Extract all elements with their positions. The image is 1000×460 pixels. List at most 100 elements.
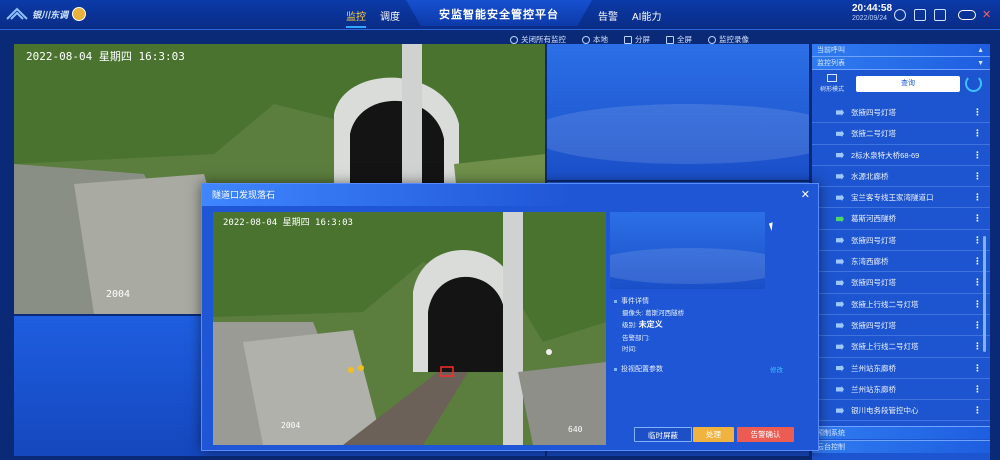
clock-date: 2022/09/24: [852, 15, 888, 22]
more-options-icon[interactable]: ⋮: [973, 187, 982, 208]
more-options-icon[interactable]: ⋮: [973, 294, 982, 315]
logo-mark-icon: [6, 7, 28, 20]
camera-icon: [836, 321, 844, 329]
edit-params-link[interactable]: 修改: [770, 364, 783, 374]
chevron-up-icon: ▲: [977, 47, 984, 54]
video-milepost: 2004: [106, 289, 130, 300]
chevron-down-icon: ▼: [977, 60, 984, 67]
camera-name: 2标水泉特大桥68-69: [851, 150, 920, 160]
more-options-icon[interactable]: ⋮: [973, 358, 982, 379]
alarm-thumbnail[interactable]: [610, 212, 765, 289]
camera-name: 兰州站东廊桥: [851, 384, 896, 394]
camera-icon: [836, 364, 844, 372]
top-bar: 银川东调 监控 调度 安监智能安全管控平台 告警 AI能力 20:44:58 2…: [0, 0, 1000, 30]
camera-name: 张掖上行线二号灯塔: [851, 299, 919, 309]
temp-block-button[interactable]: 临时屏蔽: [634, 427, 692, 442]
close-icon[interactable]: ✕: [801, 184, 810, 206]
theme-toggle[interactable]: [958, 10, 976, 20]
camera-icon: [836, 109, 844, 116]
more-options-icon[interactable]: ⋮: [973, 166, 982, 187]
camera-list-item[interactable]: 葛斯河西隧桥 ⋮: [812, 208, 990, 230]
camera-name: 银川电务段管控中心: [851, 406, 919, 416]
clock: 20:44:58 2022/09/24: [852, 4, 892, 24]
nav-monitor[interactable]: 监控: [346, 8, 366, 28]
more-options-icon[interactable]: ⋮: [973, 315, 982, 336]
confirm-alarm-button[interactable]: 告警确认: [737, 427, 794, 442]
camera-list-item[interactable]: 张掖二号灯塔 ⋮: [812, 123, 990, 145]
search-button[interactable]: 查询: [856, 76, 960, 92]
railway-emblem-icon: [72, 7, 87, 21]
level-row: 级别: 未定义: [622, 319, 663, 330]
params-section-title: 投视配置参数: [614, 364, 663, 374]
camera-list-item[interactable]: 水源北廊桥 ⋮: [812, 166, 990, 188]
camera-list-item[interactable]: 张掖上行线二号灯塔 ⋮: [812, 336, 990, 358]
current-call-header[interactable]: 当前呼叫 ▲: [812, 44, 990, 57]
camera-name: 张掖四号灯塔: [851, 235, 896, 245]
camera-icon: [836, 385, 844, 393]
camera-icon: [836, 407, 844, 415]
monitor-list-header[interactable]: 监控列表 ▼: [812, 57, 990, 70]
message-icon[interactable]: [934, 9, 946, 21]
camera-icon: [836, 258, 844, 266]
more-options-icon[interactable]: ⋮: [973, 272, 982, 293]
ptz-control-header[interactable]: 云台控制: [812, 440, 990, 453]
more-options-icon[interactable]: ⋮: [973, 230, 982, 251]
camera-name: 宝兰客专线王家湾隧道口: [851, 193, 934, 203]
camera-list-item[interactable]: 张掖四号灯塔 ⋮: [812, 102, 990, 124]
modal-header: 隧道口发现落石 ✕: [202, 184, 818, 206]
sidebar-scrollbar[interactable]: [983, 236, 986, 352]
more-options-icon[interactable]: ⋮: [973, 379, 982, 400]
camera-value: 葛斯河西隧桥: [645, 310, 685, 317]
more-options-icon[interactable]: ⋮: [973, 123, 982, 144]
camera-list-item[interactable]: 张掖四号灯塔 ⋮: [812, 230, 990, 252]
more-options-icon[interactable]: ⋮: [973, 208, 982, 229]
camera-list-item[interactable]: 东湾西廊桥 ⋮: [812, 251, 990, 273]
level-label: 级别:: [622, 322, 637, 329]
alarm-milepost-right: 640: [568, 425, 583, 434]
more-options-icon[interactable]: ⋮: [973, 102, 982, 123]
nav-alarm[interactable]: 告警: [598, 8, 618, 23]
tree-icon: [827, 74, 837, 82]
nav-dispatch[interactable]: 调度: [380, 8, 400, 28]
camera-list-item[interactable]: 张掖上行线二号灯塔 ⋮: [812, 294, 990, 315]
camera-list-item[interactable]: 宝兰客专线王家湾隧道口 ⋮: [812, 187, 990, 209]
camera-list-item[interactable]: 银川电务段管控中心 ⋮: [812, 400, 990, 422]
dept-row: 告警部门:: [622, 332, 650, 342]
tree-mode-button[interactable]: 树形模式: [820, 74, 844, 93]
camera-list-item[interactable]: 张掖四号灯塔 ⋮: [812, 315, 990, 337]
camera-list-item[interactable]: 兰州站东廊桥 ⋮: [812, 358, 990, 379]
refresh-icon[interactable]: [965, 75, 982, 92]
alarm-video-feed[interactable]: 2022-08-04 星期四 16:3:03 2004 640: [213, 212, 606, 445]
logout-icon[interactable]: ✕: [982, 8, 991, 21]
camera-icon: [836, 279, 844, 287]
camera-list-item[interactable]: 张掖四号灯塔 ⋮: [812, 272, 990, 294]
record-icon: [708, 35, 716, 44]
camera-list-item[interactable]: 2标水泉特大桥68-69 ⋮: [812, 145, 990, 166]
video-timestamp: 2022-08-04 星期四 16:3:03: [26, 50, 185, 63]
time-label: 时间:: [622, 346, 637, 353]
sound-icon[interactable]: [914, 9, 926, 21]
preset-system-header[interactable]: 预制系统: [812, 426, 990, 439]
time-row: 时间:: [622, 343, 637, 353]
more-options-icon[interactable]: ⋮: [973, 336, 982, 357]
nav-right: 告警 AI能力: [598, 8, 661, 23]
monitor-sidebar: 当前呼叫 ▲ 监控列表 ▼ 树形模式 查询 张掖四号灯塔 ⋮ 张掖二号灯塔 ⋮ 2标水泉特大…: [812, 44, 990, 460]
handle-button[interactable]: 处理: [693, 427, 734, 442]
more-options-icon[interactable]: ⋮: [973, 251, 982, 272]
video-tile-empty-right[interactable]: [547, 44, 809, 180]
alarm-snapshot: 2022-08-04 星期四 16:3:03 2004 640: [213, 212, 606, 445]
dept-label: 告警部门:: [622, 335, 650, 342]
alarm-timestamp: 2022-08-04 星期四 16:3:03: [223, 217, 353, 228]
camera-name: 张掖四号灯塔: [851, 278, 896, 288]
camera-list-item[interactable]: 兰州站东廊桥 ⋮: [812, 379, 990, 401]
nav-left: 监控 调度: [346, 8, 400, 28]
settings-icon[interactable]: [894, 9, 906, 21]
level-value: 未定义: [638, 320, 663, 329]
logo-text: 银川东调: [32, 9, 69, 20]
more-options-icon[interactable]: ⋮: [973, 145, 982, 166]
nav-ai[interactable]: AI能力: [632, 8, 661, 23]
close-circle-icon: [510, 35, 518, 44]
more-options-icon[interactable]: ⋮: [973, 400, 982, 421]
alarm-milepost: 2004: [281, 421, 300, 430]
sidebar-tools: 树形模式 查询: [812, 70, 990, 100]
